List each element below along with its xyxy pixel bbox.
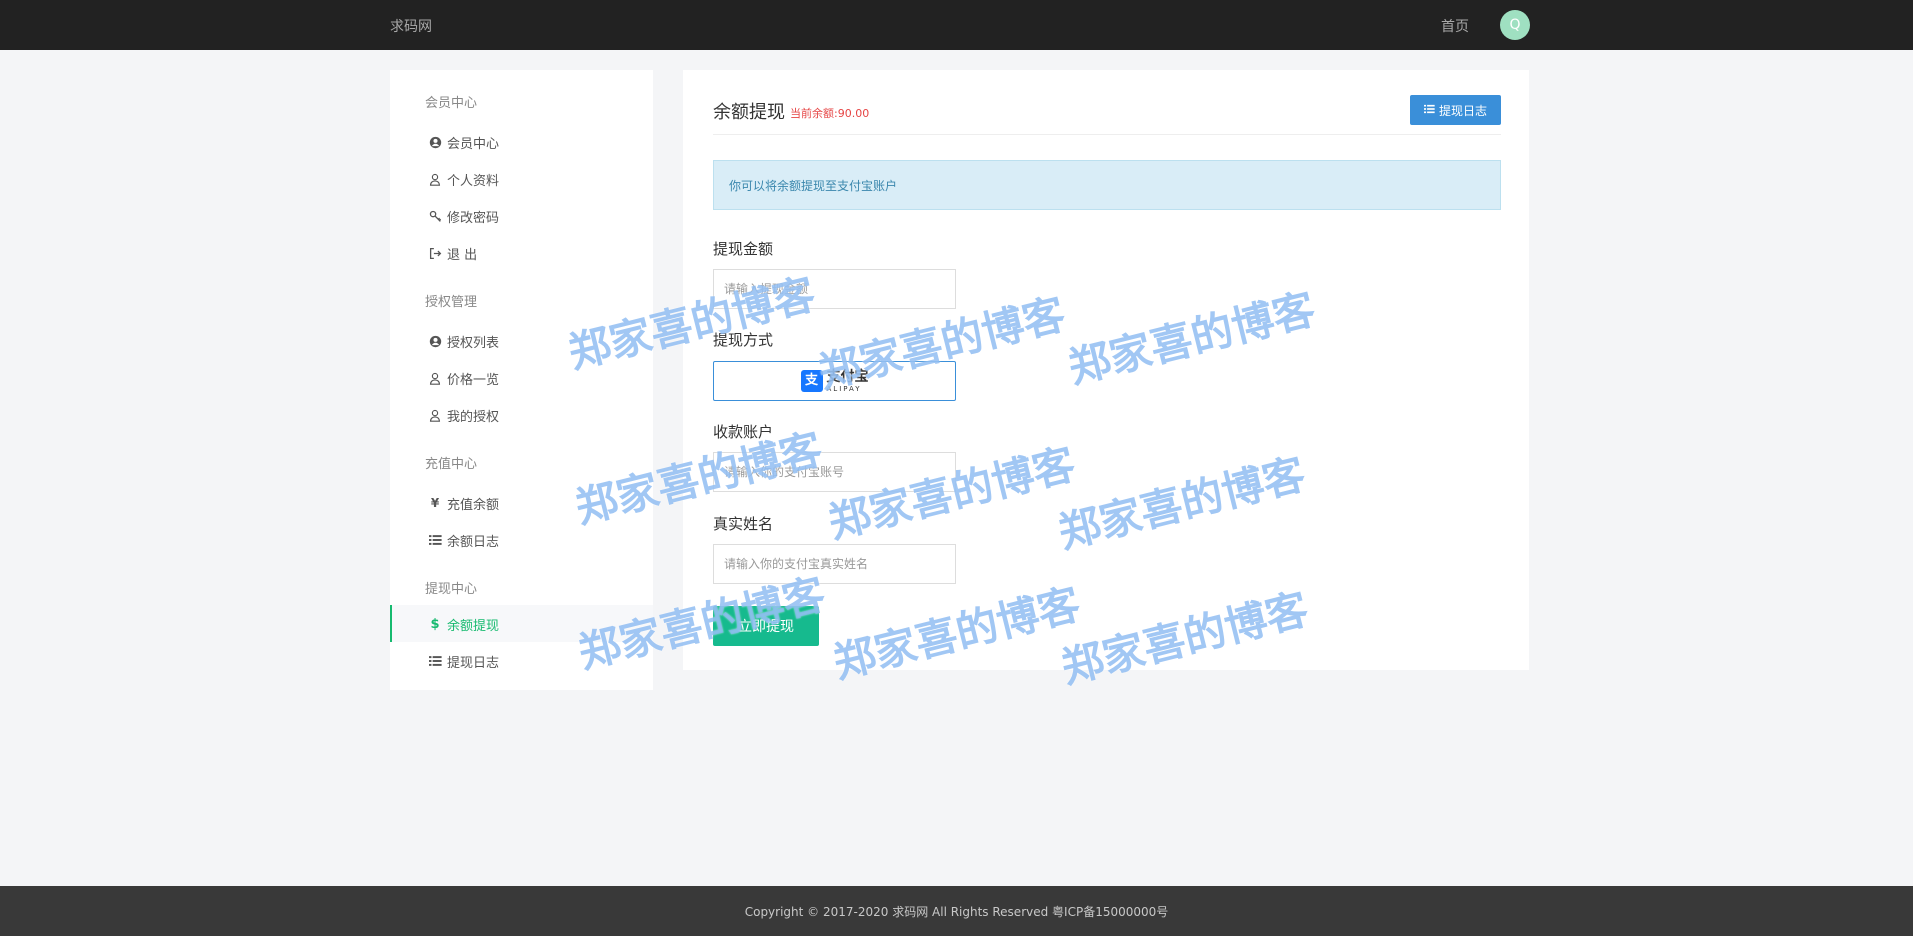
sidebar-group-title-withdraw: 提现中心 [425, 582, 478, 597]
sidebar-item-withdraw-log[interactable]: 提现日志 [390, 642, 653, 679]
method-label: 提现方式 [713, 331, 774, 349]
sidebar-group-title-license: 授权管理 [425, 295, 478, 310]
list-icon [428, 654, 442, 668]
sidebar-item-license-list[interactable]: 授权列表 [390, 322, 653, 359]
brand-logo[interactable]: 求码网 [390, 16, 432, 36]
sidebar-item-label: 余额提现 [447, 619, 500, 634]
user-icon [428, 371, 442, 385]
sidebar-item-profile[interactable]: 个人资料 [390, 160, 653, 197]
withdraw-panel: 余额提现 当前余额:90.00 提现日志 你可以将余额提现至支付宝账户 提现金额… [683, 70, 1529, 670]
alipay-logo: 支 支付宝 ALIPAY [800, 368, 869, 393]
footer-copyright: Copyright © 2017-2020 求码网 All Rights Res… [744, 905, 1169, 919]
sidebar-item-label: 个人资料 [447, 174, 500, 189]
list-icon [1423, 103, 1435, 117]
yen-icon: ¥ [430, 496, 440, 510]
sidebar-group-title-member: 会员中心 [425, 96, 478, 111]
account-label: 收款账户 [713, 423, 774, 441]
sidebar-item-logout[interactable]: 退 出 [390, 234, 653, 271]
list-icon [428, 533, 442, 547]
sidebar-item-label: 提现日志 [447, 656, 500, 671]
user-icon [428, 172, 442, 186]
sidebar-group-title-recharge: 充值中心 [425, 457, 478, 472]
footer: Copyright © 2017-2020 求码网 All Rights Res… [0, 886, 1913, 936]
sidebar-item-my-license[interactable]: 我的授权 [390, 396, 653, 433]
sidebar-item-price-list[interactable]: 价格一览 [390, 359, 653, 396]
account-input[interactable] [713, 452, 956, 492]
alipay-icon: 支 [800, 370, 823, 392]
user-icon [428, 408, 442, 422]
withdraw-log-button[interactable]: 提现日志 [1410, 95, 1501, 125]
sidebar-item-label: 修改密码 [447, 211, 500, 226]
dollar-icon: $ [430, 616, 440, 632]
sidebar-item-label: 退 出 [447, 248, 478, 263]
sidebar-item-balance-log[interactable]: 余额日志 [390, 521, 653, 558]
user-circle-icon [428, 135, 442, 149]
sidebar-item-recharge-balance[interactable]: ¥ 充值余额 [390, 484, 653, 521]
sidebar-item-balance-withdraw[interactable]: $ 余额提现 [390, 605, 653, 642]
withdraw-log-button-label: 提现日志 [1438, 103, 1487, 118]
current-balance: 当前余额:90.00 [790, 107, 870, 120]
real-name-input[interactable] [713, 544, 956, 584]
sidebar-item-label: 会员中心 [447, 137, 500, 152]
name-label: 真实姓名 [713, 515, 774, 533]
sign-out-icon [428, 246, 442, 260]
alipay-name-cn: 支付宝 [826, 368, 869, 385]
sidebar-item-label: 我的授权 [447, 410, 500, 425]
amount-label: 提现金额 [713, 240, 774, 258]
amount-input[interactable] [713, 269, 956, 309]
sidebar-item-member-center[interactable]: 会员中心 [390, 123, 653, 160]
user-circle-icon [428, 334, 442, 348]
alipay-method-option[interactable]: 支 支付宝 ALIPAY [713, 361, 956, 401]
sidebar-item-change-password[interactable]: 修改密码 [390, 197, 653, 234]
alipay-name-en: ALIPAY [826, 384, 862, 393]
key-icon [428, 209, 442, 223]
submit-withdraw-button[interactable]: 立即提现 [713, 606, 819, 646]
top-navbar: 求码网 首页 Q [0, 0, 1913, 50]
sidebar-item-label: 价格一览 [447, 373, 500, 388]
sidebar-item-label: 授权列表 [447, 336, 500, 351]
title-divider [713, 134, 1501, 135]
sidebar-item-label: 余额日志 [447, 535, 500, 550]
nav-home-link[interactable]: 首页 [1441, 16, 1469, 36]
info-alert: 你可以将余额提现至支付宝账户 [713, 160, 1501, 210]
sidebar: 会员中心 会员中心 个人资料 修改密码 退 出 授权管理 授权列表 价格一览 我… [390, 70, 653, 690]
sidebar-item-label: 充值余额 [447, 498, 500, 513]
page-title: 余额提现 [713, 102, 785, 123]
user-avatar[interactable]: Q [1500, 10, 1530, 40]
